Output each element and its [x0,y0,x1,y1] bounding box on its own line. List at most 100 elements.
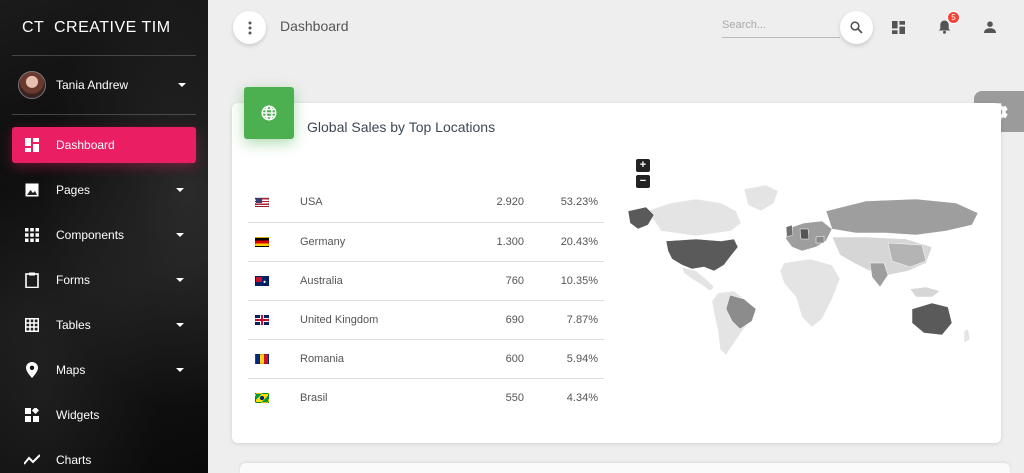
world-map[interactable] [626,181,986,361]
flag-cell [248,222,300,262]
map-region-india [869,262,889,288]
map-region-africa [779,258,841,328]
grid-icon [24,317,40,333]
apps-icon [24,227,40,243]
sales-percent: 53.23% [524,183,604,223]
flag-de-icon [255,236,269,247]
sidebar-item-maps[interactable]: Maps [12,352,196,388]
flag-us-icon [255,197,269,208]
sidebar-item-components[interactable]: Components [12,217,196,253]
map-region-russia [825,198,979,236]
sidebar-toggle-button[interactable] [233,11,266,44]
search-input[interactable] [722,14,840,36]
user-name: Tania Andrew [56,78,129,92]
dashboard-link-button[interactable] [888,17,908,37]
table-row: Romania 600 5.94% [248,339,604,379]
sales-percent: 4.34% [566,391,598,404]
map-region-greenland [743,184,779,212]
sales-value: 690 [440,300,524,340]
image-icon [24,182,40,198]
sales-value: 600 [440,339,524,379]
timeline-icon [24,452,40,468]
sidebar-item-label: Forms [56,273,90,287]
sidebar-item-label: Components [56,228,125,242]
map-region-canada [645,198,742,237]
brand-mini: CT [22,18,45,36]
sidebar: CT CREATIVE TIM Tania Andrew Dashboard P… [0,0,208,473]
map-region-mexico [681,266,715,292]
caret-down-icon [176,188,184,192]
notifications-button[interactable]: 5 [934,11,960,37]
person-icon [984,21,996,33]
sidebar-item-dashboard[interactable]: Dashboard [12,127,196,163]
country-name: Brasil [300,391,328,404]
user-menu[interactable]: Tania Andrew [0,56,208,114]
search-field [722,14,840,38]
sidebar-item-pages[interactable]: Pages [12,172,196,208]
sidebar-item-label: Tables [56,318,91,332]
table-row: Germany 1.300 20.43% [248,222,604,262]
map-region-uk [785,224,794,238]
sidebar-item-tables[interactable]: Tables [12,307,196,343]
card-header-icon [244,87,294,139]
sidebar-item-label: Maps [56,363,86,377]
map-region-new-zealand [963,328,971,344]
sales-value: 2.920 [440,183,524,223]
map-region-germany [799,228,810,240]
map-zoom-in-button[interactable]: + [636,159,650,172]
country-name: United Kingdom [300,300,440,340]
flag-cell [248,261,300,301]
avatar [18,71,46,99]
place-icon [24,362,40,378]
table-row: USA 2.920 53.23% [248,183,604,223]
country-name: Australia [300,261,440,301]
map-region-usa [665,238,739,272]
flag-ro-icon [255,353,269,364]
flag-cell [248,378,300,417]
widgets-icon [24,407,40,423]
sidebar-item-forms[interactable]: Forms [12,262,196,298]
profile-button[interactable] [980,17,1000,37]
map-region-indonesia [909,286,941,298]
flag-cell [248,183,300,223]
caret-down-icon [176,323,184,327]
caret-down-icon [176,278,184,282]
flag-br-icon [255,392,269,403]
brand-name: CREATIVE TIM [54,18,171,36]
country-name: USA [300,183,440,223]
dashboard-icon [24,137,40,153]
next-card [240,463,1010,473]
more-vert-icon [248,21,251,34]
sidebar-item-label: Widgets [56,408,100,422]
page-title: Dashboard [280,18,349,34]
global-sales-card: Global Sales by Top Locations USA 2.920 … [232,87,1001,443]
flag-cell [248,300,300,340]
sidebar-item-label: Pages [56,183,91,197]
sales-percent: 20.43% [524,222,604,262]
caret-down-icon [176,368,184,372]
sales-percent: 10.35% [524,261,604,301]
flag-cell [248,339,300,379]
notification-badge: 5 [947,11,960,24]
table-row: Brasil 550 4.34% [248,378,604,417]
clipboard-icon [24,272,40,288]
dashboard-icon [891,20,905,34]
sales-percent: 7.87% [524,300,604,340]
map-region-romania [815,235,825,244]
sales-value: 550 [505,391,524,404]
brand[interactable]: CT CREATIVE TIM [0,0,208,55]
flag-gb-icon [255,314,269,325]
sidebar-item-widgets[interactable]: Widgets [12,397,196,433]
table-row: Australia 760 10.35% [248,261,604,301]
sidebar-item-label: Dashboard [56,138,115,152]
country-name: Germany [300,222,440,262]
sidebar-item-charts[interactable]: Charts [12,442,196,473]
globe-icon [261,105,277,121]
card-title: Global Sales by Top Locations [307,119,496,135]
flag-au-icon [255,275,269,286]
sidebar-nav: Dashboard Pages Components Forms Tables … [0,115,208,473]
map-region-europe [785,220,833,252]
sidebar-item-label: Charts [56,453,92,467]
search-button[interactable] [840,11,873,44]
caret-down-icon [176,233,184,237]
